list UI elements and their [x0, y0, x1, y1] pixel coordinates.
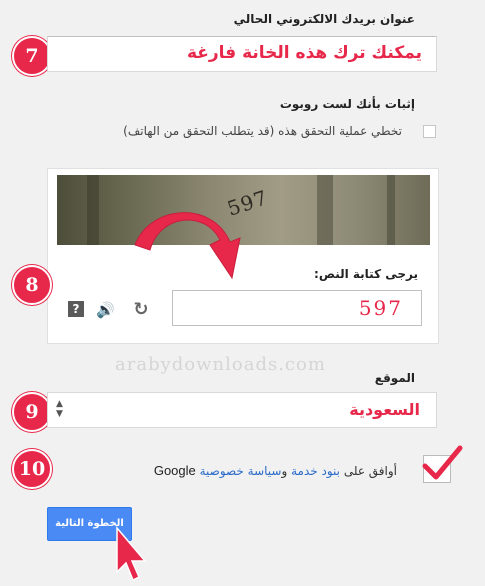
captcha-prompt: يرجى كتابة النص: — [314, 267, 418, 281]
terms-checkbox[interactable] — [423, 455, 451, 483]
captcha-image: 597 — [57, 175, 430, 245]
skip-verification-label: تخطي عملية التحقق هذه (قد يتطلب التحقق م… — [123, 124, 402, 138]
location-label: الموقع — [374, 371, 415, 385]
terms-text: أوافق على بنود خدمة وسياسة خصوصية Google — [154, 463, 397, 478]
robot-title: إثبات بأنك لست روبوت — [279, 97, 415, 111]
captcha-image-text: 597 — [224, 185, 271, 221]
privacy-policy-link[interactable]: سياسة خصوصية — [200, 464, 282, 478]
email-hint: يمكنك ترك هذه الخانة فارغة — [186, 43, 422, 63]
email-label: عنوان بريدك الالكتروني الحالي — [233, 12, 415, 26]
captcha-input-value: 597 — [358, 296, 403, 320]
terms-of-service-link[interactable]: بنود خدمة — [291, 464, 340, 478]
signup-panel: عنوان بريدك الالكتروني الحالي 7 يمكنك تر… — [0, 0, 465, 586]
skip-verification-checkbox[interactable] — [423, 125, 436, 138]
select-arrows-icon: ▲ ▼ — [56, 399, 63, 419]
terms-and: و — [281, 464, 288, 478]
step-badge-9: 9 — [12, 392, 52, 432]
terms-prefix: أوافق على — [343, 464, 397, 478]
refresh-icon[interactable]: ↻ — [132, 301, 150, 319]
next-step-button[interactable]: الخطوة التالية — [47, 507, 132, 541]
location-select[interactable]: ▲ ▼ السعودية — [47, 392, 437, 428]
email-field[interactable]: يمكنك ترك هذه الخانة فارغة — [47, 36, 437, 72]
location-value: السعودية — [349, 400, 420, 419]
step-badge-7: 7 — [12, 36, 52, 76]
watermark: arabydownloads.com — [115, 354, 326, 375]
captcha-box: 597 يرجى كتابة النص: ? 🔊 ↻ 597 — [47, 168, 439, 344]
help-icon[interactable]: ? — [68, 301, 84, 317]
step-badge-10: 10 — [12, 449, 52, 489]
step-badge-8: 8 — [12, 265, 52, 305]
audio-icon[interactable]: 🔊 — [96, 301, 115, 319]
captcha-input[interactable]: 597 — [172, 290, 422, 326]
google-brand: Google — [153, 463, 196, 478]
